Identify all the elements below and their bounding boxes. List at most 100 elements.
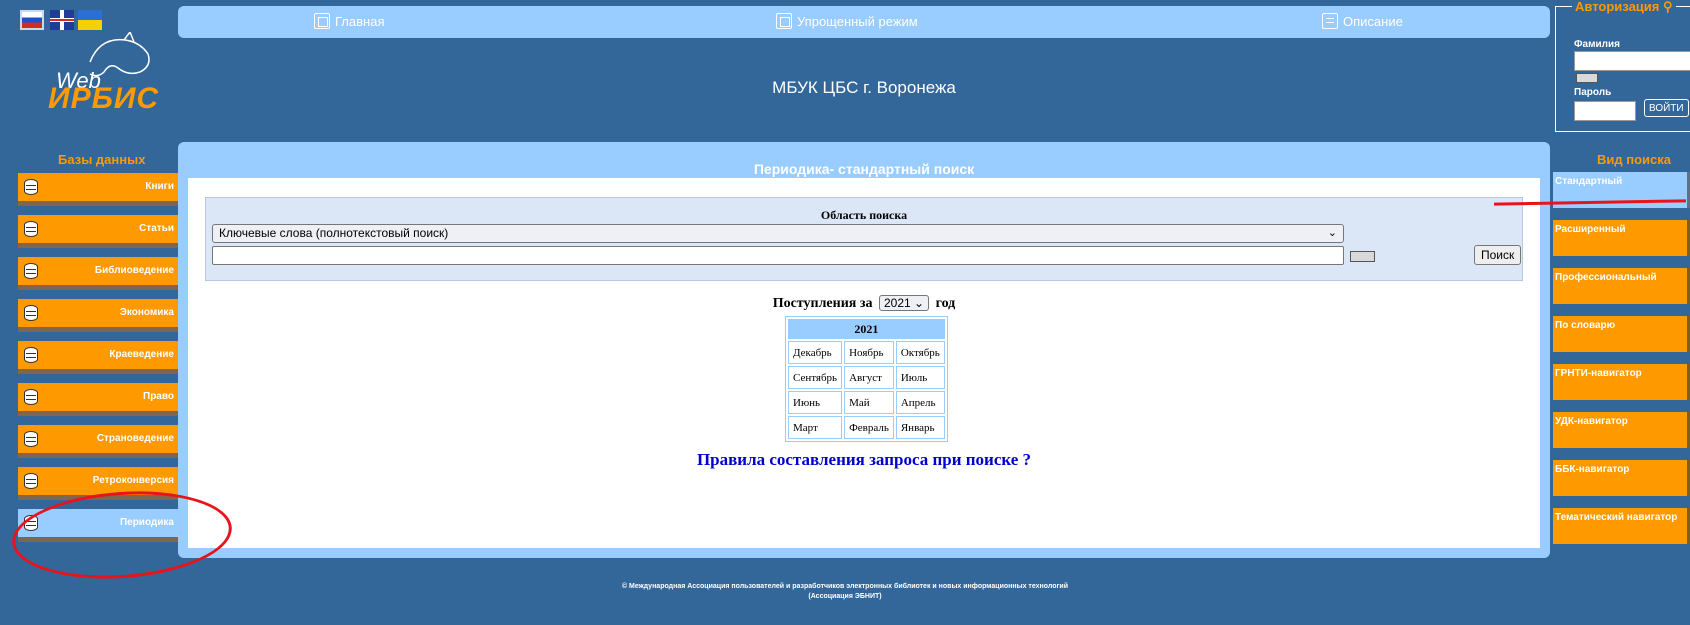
- top-navigation: Главная Упрощенный режим Описание: [178, 6, 1550, 38]
- month-link[interactable]: Апрель: [895, 391, 945, 414]
- db-item-label: Краеведение: [109, 349, 174, 360]
- search-type-bbk[interactable]: ББК-навигатор: [1553, 460, 1690, 496]
- database-icon: [24, 179, 38, 195]
- db-item-label: Экономика: [119, 307, 174, 318]
- db-item-retroconversion[interactable]: Ретроконверсия: [18, 467, 178, 500]
- nav-main[interactable]: Главная: [314, 13, 384, 29]
- search-area-selected: Ключевые слова (полнотекстовый поиск): [219, 226, 449, 240]
- search-area-select[interactable]: Ключевые слова (полнотекстовый поиск) ⌄: [212, 224, 1344, 243]
- search-type-label: ГРНТИ-навигатор: [1555, 368, 1642, 379]
- english-flag-icon[interactable]: [50, 10, 74, 30]
- search-type-label: УДК-навигатор: [1555, 416, 1628, 427]
- db-item-bibliography[interactable]: Библиоведение: [18, 257, 178, 290]
- page-root: Web ИРБИС Главная Упрощенный режим Описа…: [0, 0, 1690, 625]
- home-icon: [314, 13, 330, 29]
- webirbis-logo[interactable]: Web ИРБИС: [40, 32, 160, 118]
- search-type-professional[interactable]: Профессиональный: [1553, 268, 1690, 304]
- db-item-label: Книги: [145, 181, 174, 192]
- year-select[interactable]: 2021 ⌄: [878, 295, 930, 311]
- database-icon: [24, 389, 38, 405]
- database-icon: [24, 305, 38, 321]
- search-type-label: Профессиональный: [1555, 272, 1657, 283]
- search-area-label: Область поиска: [820, 208, 908, 222]
- db-item-label: Право: [143, 391, 174, 402]
- month-link[interactable]: Февраль: [844, 416, 894, 439]
- databases-title: Базы данных: [58, 152, 146, 167]
- ukrainian-flag-icon[interactable]: [78, 10, 102, 30]
- logo-irbis-text: ИРБИС: [48, 82, 160, 115]
- month-link[interactable]: Январь: [895, 416, 945, 439]
- db-item-country-studies[interactable]: Страноведение: [18, 425, 178, 458]
- search-type-extended[interactable]: Расширенный: [1553, 220, 1690, 256]
- arrivals-suffix: год: [935, 296, 956, 311]
- search-button[interactable]: Поиск: [1474, 245, 1522, 265]
- nav-main-label: Главная: [335, 13, 385, 29]
- db-item-economics[interactable]: Экономика: [18, 299, 178, 332]
- auth-panel: Авторизация ⚲ Фамилия Пароль ВОЙТИ: [1555, 0, 1690, 132]
- search-content: Область поиска Ключевые слова (полнотекс…: [188, 178, 1540, 548]
- auth-title: Авторизация ⚲: [1572, 0, 1676, 15]
- month-calendar: 2021 Декабрь Ноябрь Октябрь Сентябрь Авг…: [785, 316, 948, 442]
- search-type-grnti[interactable]: ГРНТИ-навигатор: [1553, 364, 1690, 400]
- main-panel: Периодика- стандартный поиск Область пои…: [178, 142, 1550, 558]
- db-item-law[interactable]: Право: [18, 383, 178, 416]
- password-input[interactable]: [1574, 101, 1636, 121]
- nav-simple-mode[interactable]: Упрощенный режим: [776, 13, 918, 29]
- month-link[interactable]: Декабрь: [788, 341, 843, 364]
- month-link[interactable]: Май: [844, 391, 894, 414]
- search-query-input[interactable]: [212, 246, 1344, 265]
- key-icon: ⚲: [1663, 0, 1673, 14]
- nav-description-label: Описание: [1343, 13, 1403, 29]
- search-type-dictionary[interactable]: По словарю: [1553, 316, 1690, 352]
- footer: © Международная Ассоциация пользователей…: [0, 582, 1690, 602]
- query-rules-link[interactable]: Правила составления запроса при поиске ?: [188, 450, 1540, 470]
- search-area-box: Область поиска Ключевые слова (полнотекс…: [205, 197, 1523, 281]
- month-link[interactable]: Июль: [895, 366, 945, 389]
- surname-input[interactable]: [1574, 51, 1690, 71]
- search-type-thematic[interactable]: Тематический навигатор: [1553, 508, 1690, 544]
- nav-description[interactable]: Описание: [1322, 13, 1403, 29]
- db-item-books[interactable]: Книги: [18, 173, 178, 206]
- search-type-label: По словарю: [1555, 320, 1616, 331]
- russian-flag-icon[interactable]: [20, 10, 44, 30]
- database-icon: [24, 473, 38, 489]
- password-label: Пароль: [1574, 87, 1612, 98]
- search-type-label: Стандартный: [1555, 176, 1623, 187]
- search-type-label: Тематический навигатор: [1555, 512, 1678, 523]
- simple-mode-icon: [776, 13, 792, 29]
- db-item-articles[interactable]: Статьи: [18, 215, 178, 248]
- organization-name: МБУК ЦБС г. Воронежа: [772, 78, 956, 97]
- database-icon: [24, 263, 38, 279]
- db-item-local-history[interactable]: Краеведение: [18, 341, 178, 374]
- footer-line1: © Международная Ассоциация пользователей…: [621, 583, 1069, 590]
- month-link[interactable]: Сентябрь: [788, 366, 843, 389]
- search-type-label: Расширенный: [1555, 224, 1626, 235]
- search-type-title: Вид поиска: [1597, 152, 1671, 167]
- database-icon: [24, 221, 38, 237]
- footer-line2: (Ассоциация ЭБНИТ): [808, 593, 882, 600]
- database-icon: [24, 347, 38, 363]
- calendar-year: 2021: [788, 319, 945, 339]
- month-link[interactable]: Июнь: [788, 391, 843, 414]
- db-item-label: Страноведение: [96, 433, 174, 444]
- keyboard-icon[interactable]: [1576, 73, 1598, 83]
- surname-label: Фамилия: [1574, 39, 1620, 50]
- nav-simple-label: Упрощенный режим: [797, 13, 918, 29]
- database-icon: [24, 431, 38, 447]
- page-title: Периодика- стандартный поиск: [753, 161, 975, 177]
- virtual-keyboard-icon[interactable]: [1350, 251, 1375, 262]
- login-button[interactable]: ВОЙТИ: [1644, 99, 1689, 117]
- month-link[interactable]: Октябрь: [895, 341, 945, 364]
- db-item-label: Библиоведение: [94, 265, 174, 276]
- month-link[interactable]: Август: [844, 366, 894, 389]
- search-type-udk[interactable]: УДК-навигатор: [1553, 412, 1690, 448]
- description-icon: [1322, 13, 1338, 29]
- arrivals-row: Поступления за 2021 ⌄ год: [188, 295, 1540, 312]
- arrivals-prefix: Поступления за: [772, 296, 873, 311]
- month-link[interactable]: Ноябрь: [844, 341, 894, 364]
- db-item-label: Статьи: [139, 223, 174, 234]
- month-link[interactable]: Март: [788, 416, 843, 439]
- search-type-label: ББК-навигатор: [1555, 464, 1630, 475]
- db-item-label: Ретроконверсия: [92, 475, 174, 486]
- chevron-down-icon: ⌄: [1327, 227, 1337, 239]
